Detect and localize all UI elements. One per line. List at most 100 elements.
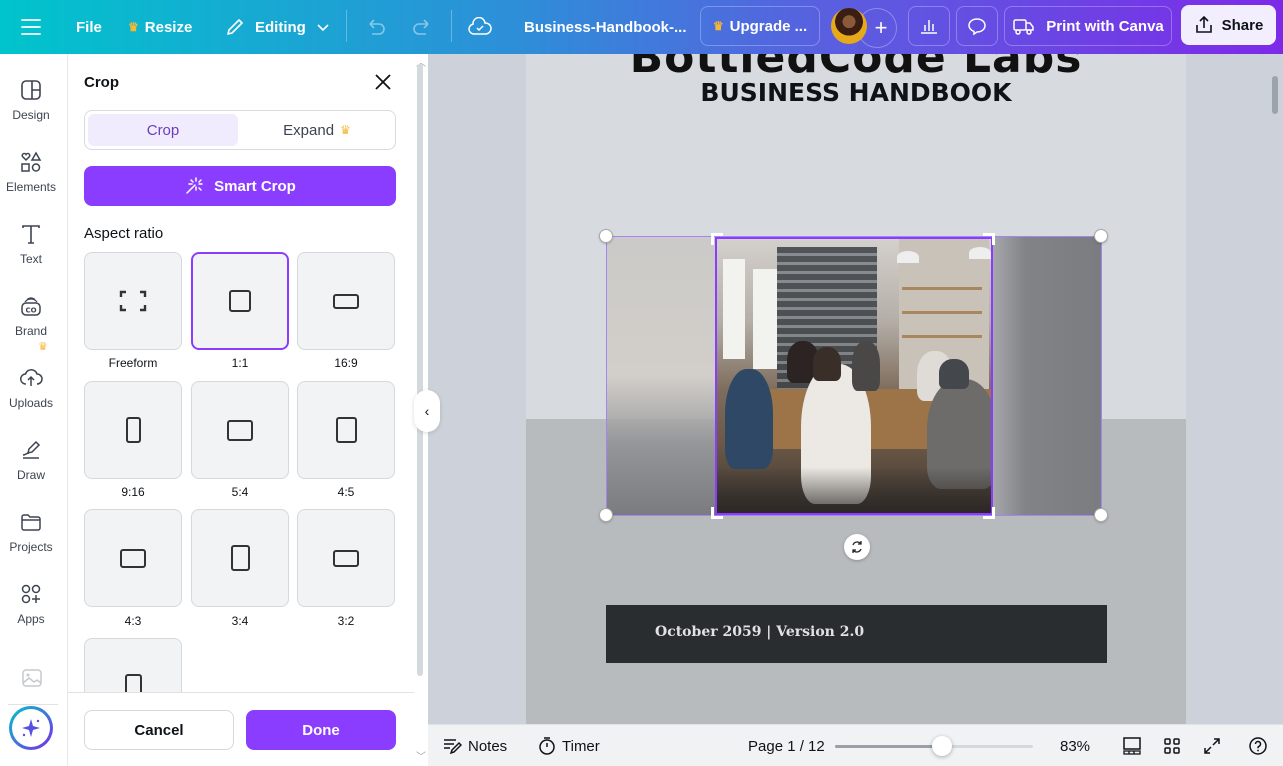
pencil-icon [227, 19, 243, 35]
upgrade-label: Upgrade ... [729, 17, 808, 35]
sidebar-item-text[interactable]: Text [0, 222, 62, 266]
aspect-ratio-freeform[interactable] [84, 252, 182, 350]
bar-chart-icon [921, 20, 937, 34]
zoom-percentage[interactable]: 83% [1060, 725, 1090, 766]
share-button[interactable]: Share [1181, 5, 1276, 45]
zoom-slider-thumb[interactable] [931, 736, 952, 756]
aspect-ratio-label: 1:1 [231, 356, 249, 370]
canvas-scrollbar-thumb[interactable] [1272, 76, 1278, 114]
sidebar-item-uploads[interactable]: Uploads [0, 366, 62, 410]
cancel-button[interactable]: Cancel [84, 710, 234, 750]
cropped-out-area-right [993, 237, 1101, 515]
square-icon [229, 290, 251, 312]
user-avatar[interactable] [831, 8, 867, 44]
aspect-ratio-label: 5:4 [231, 485, 249, 499]
cropped-out-area-left [607, 237, 715, 515]
crop-image-bounds[interactable] [606, 236, 1102, 516]
office-meeting-photo[interactable] [715, 237, 993, 515]
crop-handle-bottom-left[interactable] [599, 508, 613, 522]
plus-icon: + [874, 15, 888, 40]
handbook-subtitle[interactable]: BUSINESS HANDBOOK [526, 78, 1186, 107]
sidebar-item-design[interactable]: Design [0, 78, 62, 122]
help-button[interactable] [1248, 725, 1268, 766]
rect-icon [230, 545, 250, 571]
smart-crop-button[interactable]: Smart Crop [84, 166, 396, 206]
sidebar-item-brand[interactable]: CO Brand [0, 294, 62, 338]
tab-expand-label: Expand [283, 121, 335, 139]
cloud-check-icon [468, 17, 492, 35]
aspect-ratio-4-3[interactable] [84, 509, 182, 607]
tab-expand[interactable]: Expand ♛ [241, 114, 393, 146]
comments-button[interactable] [956, 6, 998, 46]
photos-icon[interactable] [21, 668, 43, 688]
date-version-banner[interactable]: October 2059 | Version 2.0 [606, 605, 1107, 663]
page-view-icon [1123, 737, 1141, 755]
fullscreen-button[interactable] [1202, 725, 1222, 766]
sidebar-item-projects[interactable]: Projects [0, 510, 62, 554]
editing-mode-dropdown[interactable]: Editing [225, 0, 330, 54]
redo-button[interactable] [411, 0, 433, 54]
cloud-save-status[interactable] [468, 0, 492, 54]
sidebar-label: Brand [14, 324, 48, 338]
main-menu-button[interactable] [20, 0, 42, 54]
notes-button[interactable]: Notes [442, 725, 507, 766]
sidebar-item-apps[interactable]: Apps [0, 582, 62, 626]
document-title[interactable]: Business-Handbook-... [524, 0, 687, 54]
aspect-ratio-5-4[interactable] [191, 381, 289, 479]
crop-handle-top-right[interactable] [1094, 229, 1108, 243]
page-view-button[interactable] [1122, 725, 1142, 766]
crop-frame-handle-bottom-left[interactable] [711, 507, 723, 519]
chevron-left-icon: ‹ [424, 403, 430, 419]
sidebar-item-elements[interactable]: Elements [0, 150, 62, 194]
panel-title: Crop [84, 74, 119, 91]
crop-handle-top-left[interactable] [599, 229, 613, 243]
crop-frame-handle-top-left[interactable] [711, 233, 723, 245]
crown-icon: ♛ [712, 19, 724, 33]
top-bar: File ♛ Resize Editing Business-Handbook-… [0, 0, 1283, 54]
timer-button[interactable]: Timer [538, 725, 600, 766]
close-icon[interactable] [373, 72, 393, 92]
aspect-ratio-3-2[interactable] [297, 509, 395, 607]
resize-button[interactable]: ♛ Resize [128, 0, 192, 54]
design-canvas[interactable]: BottledCode Labs BUSINESS HANDBOOK Octob… [428, 54, 1283, 724]
crop-panel: Crop Crop Expand ♛ Smart Crop Aspect rat… [68, 54, 414, 766]
print-with-canva-button[interactable]: Print with Canva [1004, 6, 1172, 46]
sidebar-label: Uploads [8, 396, 54, 410]
aspect-ratio-3-4[interactable] [191, 509, 289, 607]
crop-handle-bottom-right[interactable] [1094, 508, 1108, 522]
tab-crop[interactable]: Crop [88, 114, 238, 146]
rotate-button[interactable] [844, 534, 870, 560]
undo-icon [369, 19, 385, 35]
aspect-ratio-9-16[interactable] [84, 381, 182, 479]
left-sidebar: Design Elements Text ♛ CO Brand Uploads … [0, 54, 68, 766]
share-upload-icon [1195, 15, 1212, 33]
crop-mode-tabs: Crop Expand ♛ [84, 110, 396, 150]
aspect-ratio-4-5[interactable] [297, 381, 395, 479]
grid-view-button[interactable] [1162, 725, 1182, 766]
undo-button[interactable] [365, 0, 387, 54]
scroll-down-icon[interactable]: ﹀ [416, 748, 426, 763]
freeform-icon [119, 290, 147, 312]
insights-button[interactable] [908, 6, 950, 46]
done-button[interactable]: Done [246, 710, 396, 750]
sidebar-item-draw[interactable]: Draw [0, 438, 62, 482]
crop-frame-handle-bottom-right[interactable] [983, 507, 995, 519]
file-menu-button[interactable]: File [76, 0, 102, 54]
bottom-bar: Notes Timer Page 1 / 12 83% [428, 724, 1283, 766]
rect-icon [335, 417, 357, 443]
grid-view-icon [1164, 738, 1180, 754]
zoom-slider[interactable] [835, 736, 1033, 756]
crop-frame-handle-top-right[interactable] [983, 233, 995, 245]
aspect-ratio-1-1[interactable] [191, 252, 289, 350]
aspect-ratio-16-9[interactable] [297, 252, 395, 350]
collapse-panel-button[interactable]: ‹ [414, 390, 440, 432]
scrollbar-thumb[interactable] [417, 64, 423, 676]
magic-assistant-button[interactable] [9, 706, 53, 750]
page-indicator[interactable]: Page 1 / 12 [748, 725, 825, 766]
sidebar-label: Elements [5, 180, 57, 194]
truck-icon [1013, 19, 1034, 35]
share-label: Share [1221, 16, 1264, 34]
crown-icon: ♛ [128, 20, 139, 34]
upgrade-button[interactable]: ♛ Upgrade ... [700, 6, 820, 46]
editing-label: Editing [255, 18, 306, 36]
